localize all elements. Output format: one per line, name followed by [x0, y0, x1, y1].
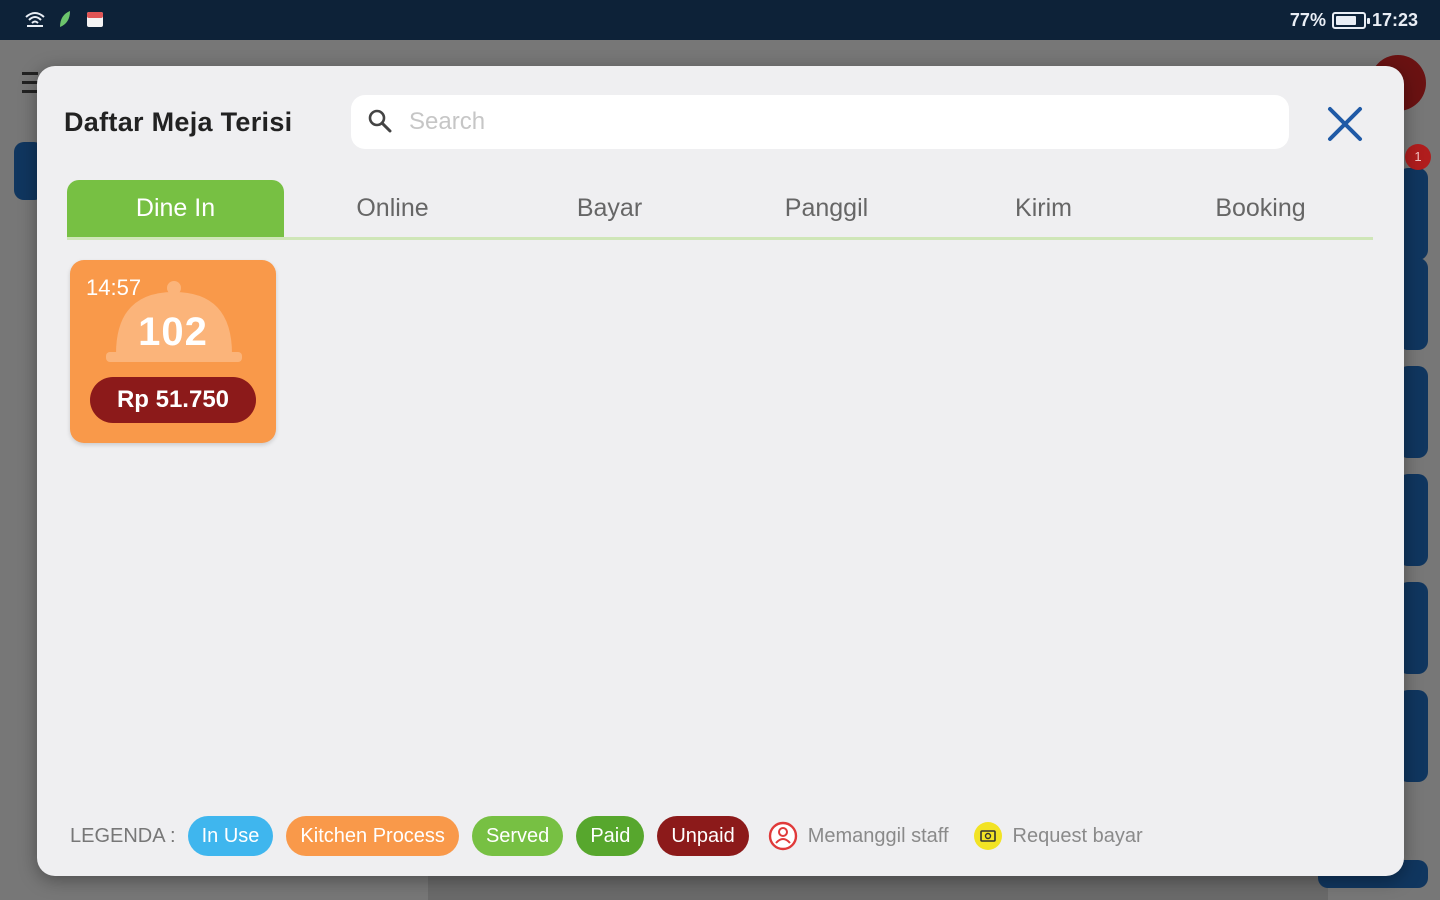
tab-online[interactable]: Online [284, 180, 501, 237]
occupied-tables-dialog: Daftar Meja Terisi Dine In Online Bayar … [37, 66, 1404, 876]
status-time: 17:23 [1371, 10, 1418, 30]
legend-unpaid: Unpaid [657, 816, 749, 856]
background-bottom-bar [428, 876, 1328, 900]
hamburger-menu-icon [22, 72, 38, 96]
table-total-price: Rp 51.750 [90, 377, 256, 423]
search-input[interactable] [409, 95, 1269, 149]
legend-served: Served [471, 816, 564, 856]
table-card[interactable]: 14:57 102 Rp 51.750 [70, 260, 276, 443]
search-icon [368, 109, 392, 133]
wifi-icon [24, 9, 46, 29]
tab-kirim[interactable]: Kirim [935, 180, 1152, 237]
table-order-time: 14:57 [86, 275, 142, 300]
legend: LEGENDA : In Use Kitchen Process Served … [70, 816, 1161, 856]
notification-badge: 1 [1405, 144, 1431, 170]
person-alert-icon [768, 821, 797, 851]
legend-label: LEGENDA : [70, 824, 176, 847]
battery-percent: 77% [1289, 10, 1326, 30]
legend-request-pay: Request bayar [973, 821, 1143, 851]
calendar-icon [84, 9, 106, 29]
status-bar-system: 77% 17:23 [1290, 10, 1418, 31]
tab-booking[interactable]: Booking [1152, 180, 1369, 237]
legend-call-staff: Memanggil staff [768, 821, 949, 851]
tab-bayar[interactable]: Bayar [501, 180, 718, 237]
dialog-title: Daftar Meja Terisi [64, 107, 293, 137]
legend-in-use: In Use [187, 816, 274, 856]
legend-kitchen-process: Kitchen Process [286, 816, 459, 856]
table-number: 102 [138, 310, 208, 354]
status-bar-notification-icons [24, 9, 106, 29]
tab-dine-in[interactable]: Dine In [67, 180, 284, 237]
legend-paid: Paid [576, 816, 645, 856]
order-type-tabs: Dine In Online Bayar Panggil Kirim Booki… [67, 180, 1373, 240]
legend-call-staff-label: Memanggil staff [807, 824, 949, 847]
status-bar: 77% 17:23 [0, 0, 1440, 40]
close-icon[interactable] [1325, 104, 1365, 144]
leaf-icon [54, 9, 76, 29]
battery-icon [1331, 12, 1370, 29]
tab-panggil[interactable]: Panggil [718, 180, 935, 237]
cash-icon [973, 822, 1002, 850]
battery-fill [1335, 16, 1356, 25]
legend-request-pay-label: Request bayar [1012, 824, 1143, 847]
search-box[interactable] [351, 95, 1289, 149]
